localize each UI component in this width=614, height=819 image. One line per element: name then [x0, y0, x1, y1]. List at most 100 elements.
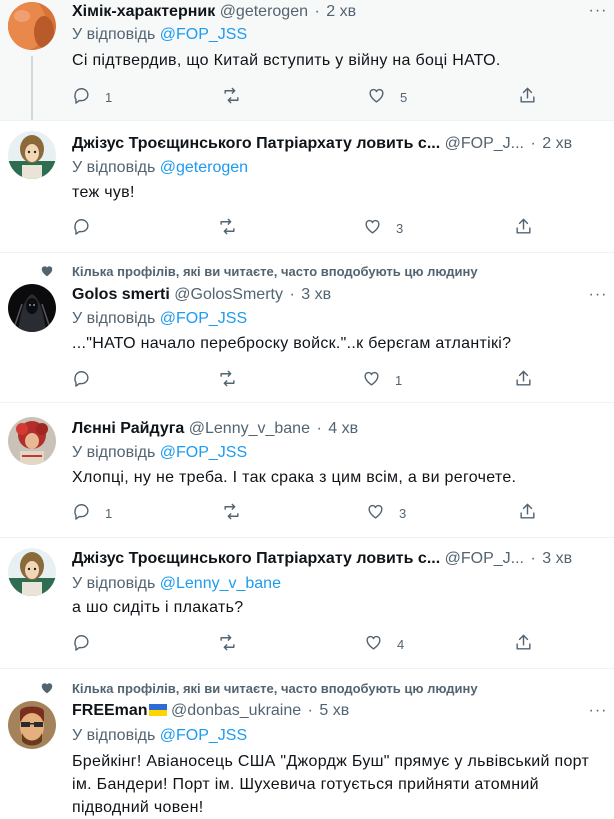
timestamp[interactable]: 3 хв — [542, 550, 572, 567]
retweet-icon — [218, 369, 237, 391]
tweet-actions: 3 — [72, 217, 552, 239]
reply-context: У відповідь @Lenny_v_bane — [72, 573, 281, 595]
like-count: 3 — [396, 220, 404, 236]
reply-icon — [72, 86, 91, 108]
reply-button[interactable]: 1 — [72, 502, 112, 524]
tweet-header: Хімік-характерник @geterogen · 2 хв — [72, 1, 584, 23]
share-button[interactable] — [518, 86, 537, 108]
tweet-5[interactable]: Джізус Троєщинського Патріархату ловить … — [0, 538, 614, 666]
tweet-header: Golos smerti @GolosSmerty · 3 хв — [72, 284, 584, 306]
reply-count: 1 — [105, 505, 113, 521]
more-icon[interactable]: ··· — [588, 703, 608, 723]
reply-prefix: У відповідь — [72, 310, 156, 327]
reply-context: У відповідь @FOP_JSS — [72, 24, 247, 46]
reply-button[interactable] — [72, 369, 105, 391]
reply-button[interactable] — [72, 633, 105, 655]
reply-mention[interactable]: @FOP_JSS — [160, 310, 247, 327]
heart-icon — [40, 681, 54, 695]
more-icon[interactable]: ··· — [588, 287, 608, 307]
timestamp[interactable]: 2 хв — [326, 3, 356, 20]
tweet-text: Сі підтвердив, що Китай вступить у війну… — [72, 52, 501, 69]
reply-icon — [72, 369, 91, 391]
separator-dot: · — [307, 702, 313, 719]
reply-prefix: У відповідь — [72, 575, 156, 592]
reply-button[interactable]: 1 — [72, 86, 112, 108]
share-button[interactable] — [518, 502, 537, 524]
reply-mention[interactable]: @geterogen — [160, 159, 248, 176]
share-icon — [514, 633, 533, 655]
tweet-header: Джізус Троєщинського Патріархату ловить … — [72, 133, 584, 155]
like-button[interactable]: 3 — [363, 217, 403, 239]
separator-dot: · — [289, 286, 295, 303]
avatar[interactable] — [8, 701, 56, 749]
reply-mention[interactable]: @FOP_JSS — [160, 444, 247, 461]
display-name[interactable]: Джізус Троєщинського Патріархату ловить … — [72, 550, 440, 567]
like-button[interactable]: 3 — [366, 502, 406, 524]
like-button[interactable]: 5 — [367, 86, 407, 108]
reply-context: У відповідь @geterogen — [72, 157, 248, 179]
thread-line — [31, 56, 33, 120]
user-handle[interactable]: @FOP_J... — [445, 135, 524, 152]
tweet-2[interactable]: Джізус Троєщинського Патріархату ловить … — [0, 121, 614, 249]
display-name[interactable]: Лєнні Райдуга — [72, 420, 184, 437]
separator-dot: · — [316, 420, 322, 437]
share-button[interactable] — [514, 217, 533, 239]
reply-button[interactable] — [72, 217, 105, 239]
tweet-text: ..."НАТО начало переброску войск."..к бе… — [72, 335, 512, 352]
reply-prefix: У відповідь — [72, 26, 156, 43]
retweet-icon — [222, 86, 241, 108]
heart-icon — [367, 86, 386, 108]
retweet-button[interactable] — [222, 502, 255, 524]
share-icon — [518, 502, 537, 524]
share-icon — [514, 369, 533, 391]
tweet-header: FREEman @donbas_ukraine · 5 хв — [72, 700, 584, 722]
share-icon — [518, 86, 537, 108]
ukraine-flag-icon — [148, 704, 167, 716]
retweet-icon — [218, 217, 237, 239]
retweet-button[interactable] — [218, 217, 251, 239]
reply-mention[interactable]: @FOP_JSS — [160, 727, 247, 744]
separator-dot: · — [530, 135, 536, 152]
tweet-actions: 1 3 — [72, 502, 552, 524]
reply-prefix: У відповідь — [72, 727, 156, 744]
tweet-actions: 1 — [72, 369, 552, 391]
timestamp[interactable]: 3 хв — [301, 286, 331, 303]
avatar[interactable] — [8, 417, 56, 465]
tweet-4[interactable]: Лєнні Райдуга @Lenny_v_bane · 4 хв У від… — [0, 403, 614, 537]
reply-icon — [72, 217, 91, 239]
user-handle[interactable]: @FOP_J... — [445, 550, 524, 567]
reply-icon — [72, 633, 91, 655]
tweet-header: Джізус Троєщинського Патріархату ловить … — [72, 548, 584, 570]
reply-mention[interactable]: @Lenny_v_bane — [160, 575, 281, 592]
display-name[interactable]: Хімік-характерник — [72, 3, 215, 20]
reply-context: У відповідь @FOP_JSS — [72, 442, 247, 464]
tweet-6[interactable]: Кілька профілів, які ви читаєте, часто в… — [0, 669, 614, 819]
tweet-3[interactable]: Кілька профілів, які ви читаєте, часто в… — [0, 253, 614, 401]
retweet-button[interactable] — [218, 633, 251, 655]
tweet-1[interactable]: Хімік-характерник @geterogen · 2 хв ··· … — [0, 0, 614, 120]
timestamp[interactable]: 4 хв — [328, 420, 358, 437]
display-name[interactable]: Golos smerti — [72, 286, 170, 303]
timestamp[interactable]: 5 хв — [319, 702, 349, 719]
user-handle[interactable]: @Lenny_v_bane — [189, 420, 310, 437]
display-name[interactable]: Джізус Троєщинського Патріархату ловить … — [72, 135, 440, 152]
share-button[interactable] — [514, 369, 533, 391]
user-handle[interactable]: @GolosSmerty — [174, 286, 283, 303]
display-name[interactable]: FREEman — [72, 702, 148, 719]
tweet-actions: 1 5 — [72, 86, 552, 108]
avatar[interactable] — [8, 2, 56, 50]
user-handle[interactable]: @geterogen — [220, 3, 308, 20]
reply-mention[interactable]: @FOP_JSS — [160, 26, 247, 43]
like-button[interactable]: 1 — [362, 369, 402, 391]
like-button[interactable]: 4 — [364, 633, 404, 655]
retweet-button[interactable] — [222, 86, 255, 108]
share-button[interactable] — [514, 633, 533, 655]
avatar[interactable] — [8, 131, 56, 179]
tweet-text: а шо сидіть і плакать? — [72, 599, 244, 616]
avatar[interactable] — [8, 548, 56, 596]
more-icon[interactable]: ··· — [588, 3, 608, 23]
timestamp[interactable]: 2 хв — [542, 135, 572, 152]
user-handle[interactable]: @donbas_ukraine — [171, 702, 301, 719]
avatar[interactable] — [8, 284, 56, 332]
retweet-button[interactable] — [218, 369, 251, 391]
